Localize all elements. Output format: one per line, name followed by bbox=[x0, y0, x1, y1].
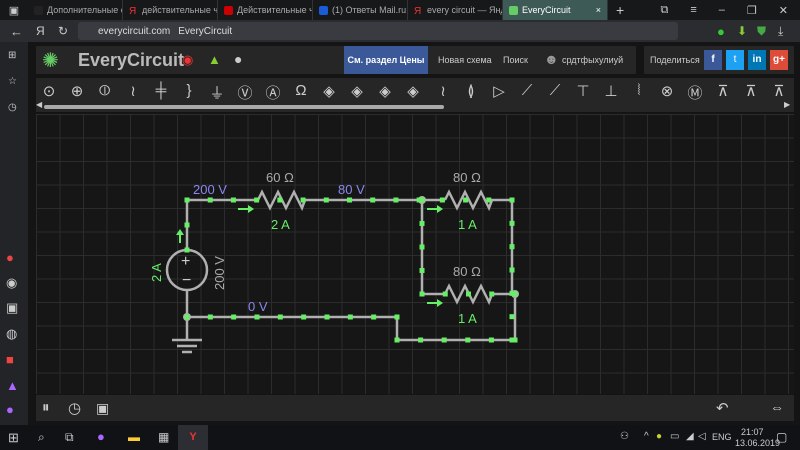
current-dot bbox=[466, 291, 471, 297]
current-dot bbox=[509, 220, 515, 226]
current-dot bbox=[509, 244, 515, 250]
current-dot bbox=[370, 197, 376, 203]
current-dot bbox=[184, 247, 190, 253]
current-dot bbox=[347, 197, 352, 203]
circuit-diagram: + − 200 V 80 V 0 V 60 Ω 2 A 80 Ω 1 A 80 Ω… bbox=[149, 170, 519, 354]
current-dot bbox=[184, 197, 190, 203]
search-icon[interactable]: ⌕ bbox=[38, 430, 45, 445]
clock-icon[interactable]: ◷ bbox=[68, 399, 81, 417]
current-dot bbox=[489, 291, 495, 297]
current-dot bbox=[184, 314, 190, 320]
current-dot bbox=[277, 314, 283, 320]
current-dot bbox=[231, 314, 237, 320]
store-icon[interactable]: ▦ bbox=[158, 430, 169, 444]
arrow-icon bbox=[238, 205, 254, 213]
current-dot bbox=[463, 197, 469, 203]
r2-current: 1 A bbox=[458, 217, 477, 232]
current-dot bbox=[465, 337, 471, 343]
minus-sign: − bbox=[182, 272, 191, 289]
r2-value: 80 Ω bbox=[453, 170, 481, 185]
alice-icon[interactable]: ● bbox=[97, 429, 105, 444]
current-arrows bbox=[176, 205, 443, 307]
current-dot bbox=[347, 314, 353, 320]
volume-icon[interactable]: ◁ bbox=[698, 431, 706, 442]
r3-current: 1 A bbox=[458, 311, 477, 326]
current-dot bbox=[509, 314, 515, 320]
fit-screen-icon[interactable]: ⇔ bbox=[770, 399, 784, 415]
pause-icon[interactable]: ⏸ bbox=[42, 399, 50, 416]
current-dot bbox=[230, 197, 236, 203]
current-dot bbox=[509, 197, 515, 203]
current-dot bbox=[419, 197, 425, 203]
r1-current: 2 A bbox=[271, 217, 290, 232]
current-dot bbox=[323, 197, 329, 203]
taskbar: ⊞ ⌕ ⧉ ● ▬ ▦ Y ⚇ ^ ● ▭ ◢ ◁ ENG 21:07 13.0… bbox=[0, 425, 800, 450]
current-dot bbox=[393, 197, 399, 203]
notifications-icon[interactable]: ▢ bbox=[776, 430, 787, 444]
r1-value: 60 Ω bbox=[266, 170, 294, 185]
source-voltage: 200 V bbox=[212, 256, 227, 290]
current-dot bbox=[207, 197, 213, 203]
arrow-icon bbox=[427, 205, 443, 213]
wire bbox=[185, 198, 258, 250]
undo-icon[interactable]: ↶ bbox=[716, 399, 729, 417]
source-current: 2 A bbox=[149, 263, 164, 282]
current-dot bbox=[254, 197, 260, 203]
current-dot bbox=[419, 291, 425, 297]
arrow-icon bbox=[427, 299, 443, 307]
explorer-icon[interactable]: ▬ bbox=[128, 430, 140, 444]
plus-sign: + bbox=[181, 253, 190, 270]
current-dot bbox=[441, 337, 447, 343]
people-icon[interactable]: ⚇ bbox=[620, 431, 629, 442]
arrow-icon bbox=[176, 229, 184, 243]
node-voltage-label: 0 V bbox=[248, 299, 268, 314]
current-dot bbox=[419, 268, 425, 273]
current-dot bbox=[277, 197, 283, 203]
yandex-browser-taskbar[interactable]: Y bbox=[178, 425, 208, 450]
clock-time[interactable]: 21:07 bbox=[741, 427, 764, 437]
current-dot bbox=[371, 314, 377, 320]
windows-start-icon[interactable]: ⊞ bbox=[8, 430, 19, 446]
current-dot bbox=[509, 267, 515, 273]
resistor-r3 bbox=[443, 283, 515, 306]
current-dot bbox=[207, 314, 213, 320]
current-dot bbox=[442, 291, 448, 297]
current-dot bbox=[324, 314, 330, 320]
current-dot bbox=[486, 197, 492, 203]
task-view-icon[interactable]: ⧉ bbox=[65, 430, 74, 445]
wire bbox=[420, 200, 445, 296]
current-dot bbox=[512, 291, 518, 297]
current-dot bbox=[300, 197, 306, 203]
current-dot bbox=[254, 314, 260, 320]
wifi-icon[interactable]: ◢ bbox=[686, 431, 694, 442]
current-dot bbox=[512, 337, 518, 343]
bottom-bar: ⏸ ◷ ▣ ↶ ⇔ bbox=[36, 395, 794, 421]
current-dot bbox=[419, 221, 425, 226]
current-dot bbox=[439, 197, 445, 203]
current-dot bbox=[418, 337, 424, 343]
clock-date[interactable]: 13.06.2019 bbox=[735, 438, 780, 448]
current-dot bbox=[184, 222, 190, 228]
node-voltage-label: 80 V bbox=[338, 182, 365, 197]
node-voltage-label: 200 V bbox=[193, 182, 227, 197]
current-dot bbox=[301, 314, 307, 320]
r3-value: 80 Ω bbox=[453, 264, 481, 279]
current-dot bbox=[488, 337, 494, 343]
tray-app-icon[interactable]: ● bbox=[656, 431, 662, 442]
battery-icon[interactable]: ▭ bbox=[670, 431, 679, 442]
current-dot bbox=[419, 244, 425, 250]
camera-icon[interactable]: ▣ bbox=[96, 400, 109, 417]
current-dot bbox=[394, 314, 400, 320]
tray-up-icon[interactable]: ^ bbox=[644, 431, 649, 442]
current-dot bbox=[394, 337, 400, 343]
language-indicator[interactable]: ENG bbox=[712, 432, 732, 442]
